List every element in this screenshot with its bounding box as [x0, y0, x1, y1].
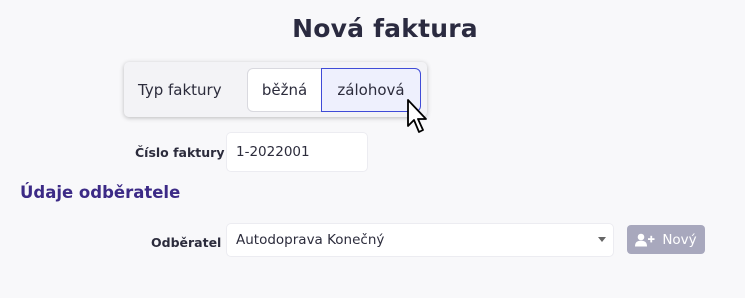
user-plus-icon [635, 233, 655, 246]
new-customer-button[interactable]: Nový [627, 225, 705, 254]
customer-select[interactable]: Autodoprava Konečný [227, 224, 613, 256]
customer-label: Odběratel [151, 235, 222, 250]
mouse-cursor-icon [407, 99, 427, 133]
invoice-type-group: Typ faktury běžná zálohová [124, 62, 427, 117]
invoice-type-regular-button[interactable]: běžná [247, 68, 322, 112]
new-customer-button-label: Nový [662, 231, 697, 248]
customer-select-value: Autodoprava Konečný [236, 232, 385, 248]
chevron-down-icon [598, 237, 606, 242]
customer-section-title: Údaje odběratele [20, 183, 181, 202]
invoice-type-label: Typ faktury [138, 81, 222, 99]
page-title: Nová faktura [292, 14, 478, 43]
invoice-number-label: Číslo faktury [135, 145, 225, 160]
invoice-number-input[interactable] [227, 133, 367, 171]
